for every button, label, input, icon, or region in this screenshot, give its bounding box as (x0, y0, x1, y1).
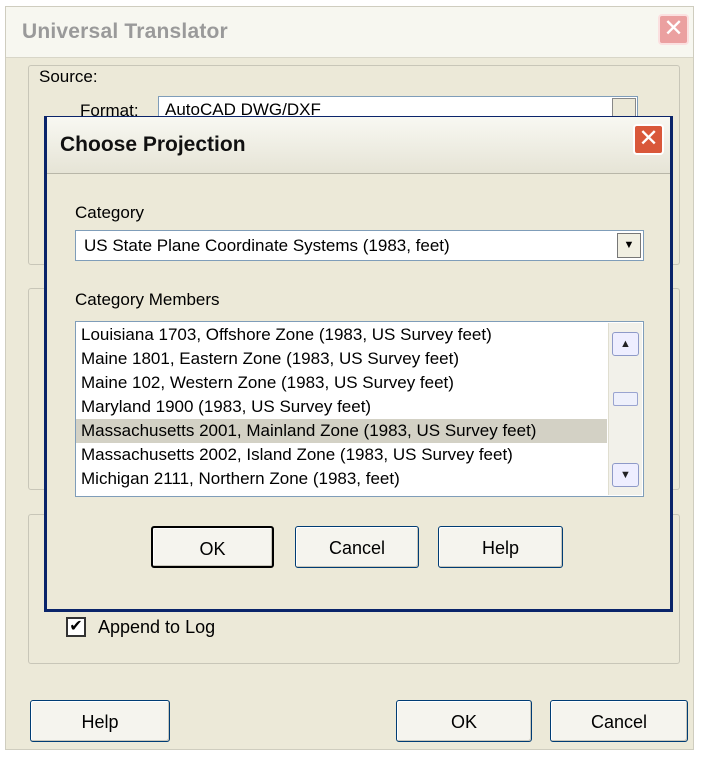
list-item[interactable]: Maine 1801, Eastern Zone (1983, US Surve… (76, 347, 607, 371)
scroll-thumb[interactable] (613, 392, 638, 406)
outer-close-icon[interactable]: ✕ (658, 14, 689, 45)
vertical-scrollbar[interactable]: ▲ ▼ (608, 323, 642, 495)
dialog-ok-button[interactable]: OK (151, 526, 274, 568)
list-item[interactable]: Michigan 2111, Northern Zone (1983, feet… (76, 467, 607, 491)
list-item[interactable]: Massachusetts 2002, Island Zone (1983, U… (76, 443, 607, 467)
dialog-title: Choose Projection (60, 133, 246, 156)
scroll-up-icon[interactable]: ▲ (612, 332, 639, 356)
list-item-selected[interactable]: Massachusetts 2001, Mainland Zone (1983,… (76, 419, 607, 443)
dialog-close-icon[interactable]: ✕ (633, 124, 664, 155)
category-label: Category (75, 203, 144, 222)
outer-help-button[interactable]: Help (30, 700, 170, 742)
dialog-cancel-button[interactable]: Cancel (295, 526, 419, 568)
dialog-help-button[interactable]: Help (438, 526, 563, 568)
outer-titlebar: Universal Translator ✕ (6, 7, 693, 58)
category-value: US State Plane Coordinate Systems (1983,… (84, 236, 450, 255)
append-to-log-checkbox[interactable]: ✔ (66, 617, 86, 637)
choose-projection-dialog: Choose Projection ✕ Category US State Pl… (44, 116, 673, 612)
list-item[interactable]: Louisiana 1703, Offshore Zone (1983, US … (76, 323, 607, 347)
category-select[interactable]: US State Plane Coordinate Systems (1983,… (75, 230, 644, 261)
scroll-down-icon[interactable]: ▼ (612, 463, 639, 487)
list-item[interactable]: Maine 102, Western Zone (1983, US Survey… (76, 371, 607, 395)
outer-ok-button[interactable]: OK (396, 700, 532, 742)
category-members-label: Category Members (75, 290, 220, 309)
chevron-down-icon[interactable]: ▼ (617, 233, 641, 258)
category-members-list[interactable]: Louisiana 1703, Offshore Zone (1983, US … (75, 321, 644, 497)
window-title: Universal Translator (22, 20, 228, 43)
list-item[interactable]: Maryland 1900 (1983, US Survey feet) (76, 395, 607, 419)
source-group-label: Source: (36, 67, 101, 87)
append-to-log-label: Append to Log (98, 617, 216, 637)
dialog-titlebar: Choose Projection ✕ (47, 117, 670, 174)
outer-cancel-button[interactable]: Cancel (550, 700, 688, 742)
list-items: Louisiana 1703, Offshore Zone (1983, US … (76, 323, 607, 491)
